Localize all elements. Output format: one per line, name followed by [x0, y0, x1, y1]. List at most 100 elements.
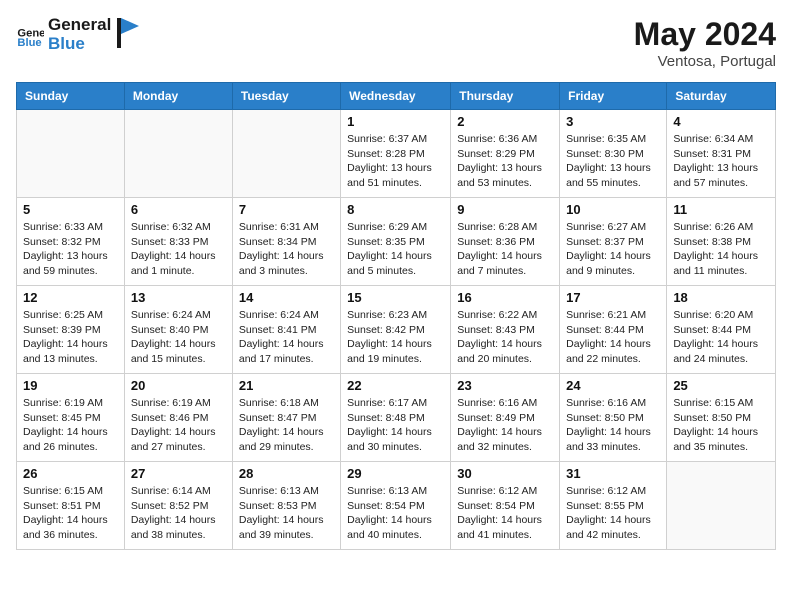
week-row-2: 5 Sunrise: 6:33 AMSunset: 8:32 PMDaylight… [17, 198, 776, 286]
day-number: 6 [131, 202, 226, 217]
calendar-cell: 11 Sunrise: 6:26 AMSunset: 8:38 PMDayligh… [667, 198, 776, 286]
day-info: Sunrise: 6:26 AMSunset: 8:38 PMDaylight:… [673, 220, 769, 279]
day-info: Sunrise: 6:24 AMSunset: 8:41 PMDaylight:… [239, 308, 334, 367]
day-info: Sunrise: 6:34 AMSunset: 8:31 PMDaylight:… [673, 132, 769, 191]
day-number: 15 [347, 290, 444, 305]
day-info: Sunrise: 6:12 AMSunset: 8:54 PMDaylight:… [457, 484, 553, 543]
day-info: Sunrise: 6:37 AMSunset: 8:28 PMDaylight:… [347, 132, 444, 191]
calendar-cell: 29Sunrise: 6:13 AMSunset: 8:54 PMDayligh… [341, 462, 451, 550]
day-number: 8 [347, 202, 444, 217]
calendar-cell: 2 Sunrise: 6:36 AMSunset: 8:29 PMDaylight… [451, 110, 560, 198]
calendar-cell: 10 Sunrise: 6:27 AMSunset: 8:37 PMDayligh… [560, 198, 667, 286]
calendar-cell [232, 110, 340, 198]
logo: General Blue General Blue [16, 16, 139, 53]
day-number: 5 [23, 202, 118, 217]
day-number: 3 [566, 114, 660, 129]
calendar-cell: 31 Sunrise: 6:12 AMSunset: 8:55 PMDayligh… [560, 462, 667, 550]
day-info: Sunrise: 6:18 AMSunset: 8:47 PMDaylight:… [239, 396, 334, 455]
column-header-tuesday: Tuesday [232, 83, 340, 110]
day-info: Sunrise: 6:35 AMSunset: 8:30 PMDaylight:… [566, 132, 660, 191]
column-header-thursday: Thursday [451, 83, 560, 110]
day-number: 26 [23, 466, 118, 481]
day-info: Sunrise: 6:13 AMSunset: 8:53 PMDaylight:… [239, 484, 334, 543]
calendar-cell: 26 Sunrise: 6:15 AMSunset: 8:51 PMDayligh… [17, 462, 125, 550]
day-number: 20 [131, 378, 226, 393]
month-title: May 2024 [634, 16, 776, 53]
column-header-sunday: Sunday [17, 83, 125, 110]
day-info: Sunrise: 6:12 AMSunset: 8:55 PMDaylight:… [566, 484, 660, 543]
day-number: 28 [239, 466, 334, 481]
calendar-cell: 30 Sunrise: 6:12 AMSunset: 8:54 PMDayligh… [451, 462, 560, 550]
day-number: 2 [457, 114, 553, 129]
calendar-cell: 25 Sunrise: 6:15 AMSunset: 8:50 PMDayligh… [667, 374, 776, 462]
logo-general-text: General [48, 16, 111, 35]
calendar-cell: 17 Sunrise: 6:21 AMSunset: 8:44 PMDayligh… [560, 286, 667, 374]
day-info: Sunrise: 6:17 AMSunset: 8:48 PMDaylight:… [347, 396, 444, 455]
day-number: 31 [566, 466, 660, 481]
day-number: 1 [347, 114, 444, 129]
day-number: 18 [673, 290, 769, 305]
day-number: 14 [239, 290, 334, 305]
title-block: May 2024 Ventosa, Portugal [634, 16, 776, 70]
week-row-5: 26 Sunrise: 6:15 AMSunset: 8:51 PMDayligh… [17, 462, 776, 550]
day-number: 21 [239, 378, 334, 393]
day-number: 25 [673, 378, 769, 393]
calendar-cell: 14 Sunrise: 6:24 AMSunset: 8:41 PMDayligh… [232, 286, 340, 374]
week-row-1: 1 Sunrise: 6:37 AMSunset: 8:28 PMDaylight… [17, 110, 776, 198]
calendar-cell: 7Sunrise: 6:31 AMSunset: 8:34 PMDaylight… [232, 198, 340, 286]
day-info: Sunrise: 6:33 AMSunset: 8:32 PMDaylight:… [23, 220, 118, 279]
day-info: Sunrise: 6:36 AMSunset: 8:29 PMDaylight:… [457, 132, 553, 191]
calendar-cell: 8Sunrise: 6:29 AMSunset: 8:35 PMDaylight… [341, 198, 451, 286]
day-info: Sunrise: 6:27 AMSunset: 8:37 PMDaylight:… [566, 220, 660, 279]
day-number: 11 [673, 202, 769, 217]
calendar-cell: 1 Sunrise: 6:37 AMSunset: 8:28 PMDaylight… [341, 110, 451, 198]
column-header-wednesday: Wednesday [341, 83, 451, 110]
calendar-cell: 23 Sunrise: 6:16 AMSunset: 8:49 PMDayligh… [451, 374, 560, 462]
location-subtitle: Ventosa, Portugal [634, 53, 776, 70]
day-info: Sunrise: 6:19 AMSunset: 8:45 PMDaylight:… [23, 396, 118, 455]
day-info: Sunrise: 6:14 AMSunset: 8:52 PMDaylight:… [131, 484, 226, 543]
day-number: 30 [457, 466, 553, 481]
day-number: 10 [566, 202, 660, 217]
calendar-table: SundayMondayTuesdayWednesdayThursdayFrid… [16, 82, 776, 550]
day-number: 22 [347, 378, 444, 393]
day-number: 19 [23, 378, 118, 393]
day-number: 23 [457, 378, 553, 393]
calendar-cell: 9Sunrise: 6:28 AMSunset: 8:36 PMDaylight… [451, 198, 560, 286]
calendar-cell: 6 Sunrise: 6:32 AMSunset: 8:33 PMDaylight… [124, 198, 232, 286]
page-header: General Blue General Blue May 2024 Vento… [16, 16, 776, 70]
calendar-cell: 16Sunrise: 6:22 AMSunset: 8:43 PMDayligh… [451, 286, 560, 374]
calendar-cell: 28 Sunrise: 6:13 AMSunset: 8:53 PMDayligh… [232, 462, 340, 550]
day-number: 12 [23, 290, 118, 305]
calendar-cell [667, 462, 776, 550]
day-info: Sunrise: 6:24 AMSunset: 8:40 PMDaylight:… [131, 308, 226, 367]
calendar-header-row: SundayMondayTuesdayWednesdayThursdayFrid… [17, 83, 776, 110]
calendar-cell: 3 Sunrise: 6:35 AMSunset: 8:30 PMDaylight… [560, 110, 667, 198]
day-info: Sunrise: 6:23 AMSunset: 8:42 PMDaylight:… [347, 308, 444, 367]
calendar-cell: 15 Sunrise: 6:23 AMSunset: 8:42 PMDayligh… [341, 286, 451, 374]
calendar-cell: 20Sunrise: 6:19 AMSunset: 8:46 PMDayligh… [124, 374, 232, 462]
column-header-monday: Monday [124, 83, 232, 110]
day-info: Sunrise: 6:16 AMSunset: 8:49 PMDaylight:… [457, 396, 553, 455]
day-info: Sunrise: 6:21 AMSunset: 8:44 PMDaylight:… [566, 308, 660, 367]
calendar-cell: 19 Sunrise: 6:19 AMSunset: 8:45 PMDayligh… [17, 374, 125, 462]
logo-blue-text: Blue [48, 35, 111, 54]
calendar-cell: 12Sunrise: 6:25 AMSunset: 8:39 PMDayligh… [17, 286, 125, 374]
calendar-cell: 13Sunrise: 6:24 AMSunset: 8:40 PMDayligh… [124, 286, 232, 374]
calendar-cell [17, 110, 125, 198]
logo-icon: General Blue [16, 21, 44, 49]
day-info: Sunrise: 6:20 AMSunset: 8:44 PMDaylight:… [673, 308, 769, 367]
day-info: Sunrise: 6:15 AMSunset: 8:50 PMDaylight:… [673, 396, 769, 455]
day-info: Sunrise: 6:15 AMSunset: 8:51 PMDaylight:… [23, 484, 118, 543]
day-number: 27 [131, 466, 226, 481]
calendar-cell: 4Sunrise: 6:34 AMSunset: 8:31 PMDaylight… [667, 110, 776, 198]
calendar-cell: 21 Sunrise: 6:18 AMSunset: 8:47 PMDayligh… [232, 374, 340, 462]
day-info: Sunrise: 6:13 AMSunset: 8:54 PMDaylight:… [347, 484, 444, 543]
week-row-4: 19 Sunrise: 6:19 AMSunset: 8:45 PMDayligh… [17, 374, 776, 462]
day-number: 17 [566, 290, 660, 305]
day-info: Sunrise: 6:32 AMSunset: 8:33 PMDaylight:… [131, 220, 226, 279]
day-number: 7 [239, 202, 334, 217]
column-header-saturday: Saturday [667, 83, 776, 110]
calendar-cell [124, 110, 232, 198]
calendar-cell: 24Sunrise: 6:16 AMSunset: 8:50 PMDayligh… [560, 374, 667, 462]
